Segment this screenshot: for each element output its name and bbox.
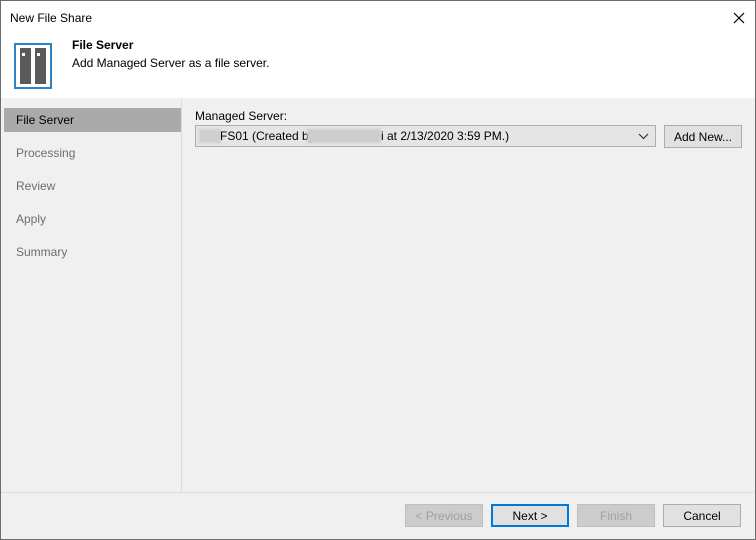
- title-bar: New File Share: [1, 1, 755, 34]
- sidebar-item-review[interactable]: Review: [4, 174, 181, 198]
- header-subtitle: Add Managed Server as a file server.: [72, 56, 270, 70]
- sidebar-item-file-server[interactable]: File Server: [4, 108, 181, 132]
- header-title: File Server: [72, 38, 134, 52]
- sidebar-item-summary[interactable]: Summary: [4, 240, 181, 264]
- managed-server-dropdown[interactable]: FS01 (Created by i at 2/13/2020 3:59 PM.…: [195, 125, 656, 147]
- dialog-window: New File Share File Server Add Managed S…: [0, 0, 756, 540]
- window-title: New File Share: [10, 11, 93, 25]
- previous-button[interactable]: < Previous: [405, 504, 483, 527]
- chevron-down-icon: [638, 133, 649, 140]
- sidebar-item-apply[interactable]: Apply: [4, 207, 181, 231]
- close-icon: [733, 12, 745, 23]
- next-button[interactable]: Next >: [491, 504, 569, 527]
- wizard-header: File Server Add Managed Server as a file…: [1, 34, 755, 98]
- managed-server-value-suffix: i at 2/13/2020 3:59 PM.): [381, 129, 510, 143]
- close-button[interactable]: [723, 1, 755, 34]
- add-new-button[interactable]: Add New...: [664, 125, 742, 148]
- step-content: Managed Server: FS01 (Created by i at 2/…: [182, 98, 755, 492]
- wizard-body: File Server Processing Review Apply Summ…: [1, 98, 755, 492]
- finish-button[interactable]: Finish: [577, 504, 655, 527]
- redacted-text: [307, 129, 381, 143]
- managed-server-label: Managed Server:: [195, 109, 288, 123]
- server-icon: [14, 43, 52, 89]
- sidebar-item-processing[interactable]: Processing: [4, 141, 181, 165]
- managed-server-value: FS01 (Created by: [220, 129, 315, 143]
- redacted-text: [199, 129, 221, 143]
- wizard-footer: < Previous Next > Finish Cancel: [1, 492, 755, 539]
- step-sidebar: File Server Processing Review Apply Summ…: [1, 98, 182, 492]
- cancel-button[interactable]: Cancel: [663, 504, 741, 527]
